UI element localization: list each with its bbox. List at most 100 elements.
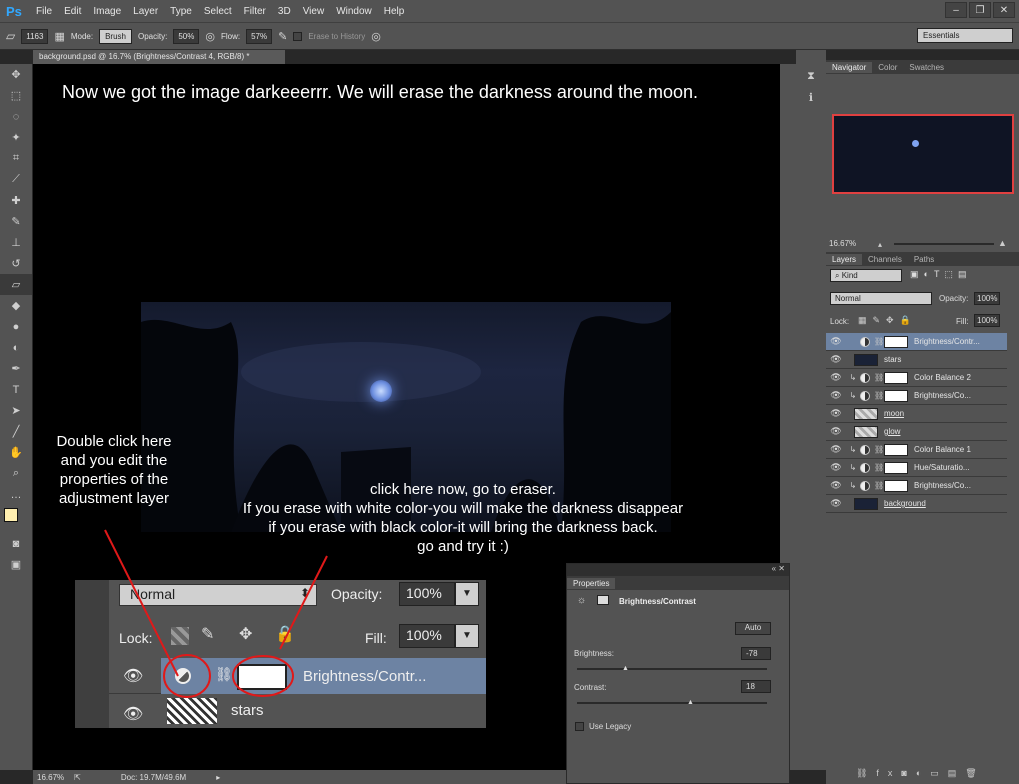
brightness-slider-thumb[interactable]: ▲ <box>622 665 629 672</box>
navigator-preview[interactable] <box>832 114 1014 194</box>
auto-button[interactable]: Auto <box>735 622 771 635</box>
lock-icons[interactable]: ▦✎✥🔒 <box>858 315 917 326</box>
move-tool-icon[interactable]: ✥ <box>0 64 32 85</box>
type-tool-icon[interactable]: T <box>0 379 32 400</box>
clone-stamp-tool-icon[interactable]: ⊥ <box>0 232 32 253</box>
flow-input[interactable]: 57% <box>246 28 273 44</box>
history-brush-tool-icon[interactable]: ↺ <box>0 253 32 274</box>
layer-thumbnail[interactable] <box>854 425 878 438</box>
mask-icon[interactable] <box>597 595 609 605</box>
close-icon[interactable]: ✕ <box>993 2 1015 18</box>
layer-row[interactable]: 👁 ↳ ⛓ Color Balance 2 <box>826 369 1007 387</box>
layer-row[interactable]: 👁 background <box>826 495 1007 513</box>
layer-opacity-input[interactable]: 100% <box>974 292 1000 305</box>
navigator-zoom-value[interactable]: 16.67% <box>829 239 856 248</box>
collapse-close-icon[interactable]: « ✕ <box>772 564 789 573</box>
navigator-zoom-slider[interactable] <box>894 243 994 245</box>
layer-mask-thumbnail[interactable] <box>884 371 908 384</box>
layer-thumbnail[interactable] <box>854 407 878 420</box>
visibility-eye-icon[interactable]: 👁 <box>826 354 846 365</box>
lasso-tool-icon[interactable]: ◌ <box>0 106 32 127</box>
workspace-dropdown[interactable]: Essentials <box>917 28 1013 43</box>
adjustment-layer-icon[interactable] <box>860 372 870 383</box>
menu-file[interactable]: File <box>30 6 58 17</box>
contrast-input[interactable]: 18 <box>741 680 771 693</box>
eraser-tool-preset-icon[interactable]: ▱ <box>6 29 15 43</box>
layer-mask-thumbnail[interactable] <box>884 389 908 402</box>
opacity-input[interactable]: 50% <box>173 28 200 44</box>
airbrush-icon[interactable]: ✎ <box>278 30 287 43</box>
tab-swatches[interactable]: Swatches <box>903 62 950 73</box>
visibility-eye-icon[interactable]: 👁 <box>826 390 846 401</box>
visibility-eye-icon[interactable]: 👁 <box>826 336 846 347</box>
adjustment-layer-icon[interactable] <box>860 444 870 455</box>
layer-filter-icons[interactable]: ▣◐T⬚▤ <box>910 269 971 280</box>
visibility-eye-icon[interactable]: 👁 <box>826 498 846 509</box>
history-panel-icon[interactable]: ⧗ <box>796 70 826 83</box>
layer-row[interactable]: 👁 moon <box>826 405 1007 423</box>
status-menu-arrow-icon[interactable]: ▸ <box>216 773 220 782</box>
menu-type[interactable]: Type <box>164 6 198 17</box>
contrast-slider[interactable] <box>577 702 767 704</box>
line-tool-icon[interactable]: ╱ <box>0 421 32 442</box>
brush-tool-icon[interactable]: ✎ <box>0 211 32 232</box>
foreground-color-swatch[interactable] <box>4 508 18 522</box>
eraser-tool-icon[interactable]: ▱ <box>0 274 32 295</box>
share-icon[interactable]: ⇱ <box>74 773 81 782</box>
menu-image[interactable]: Image <box>87 6 127 17</box>
quick-mask-icon[interactable]: ◙ <box>0 533 32 554</box>
pressure-size-icon[interactable]: ◎ <box>371 30 381 43</box>
layer-mask-thumbnail[interactable] <box>884 443 908 456</box>
menu-view[interactable]: View <box>297 6 331 17</box>
adjustment-layer-icon[interactable] <box>860 480 870 491</box>
layer-fill-input[interactable]: 100% <box>974 314 1000 327</box>
tab-color[interactable]: Color <box>872 62 903 73</box>
pressure-opacity-icon[interactable]: ◎ <box>205 30 215 43</box>
tab-properties[interactable]: Properties <box>567 577 616 589</box>
document-tab[interactable]: background.psd @ 16.7% (Brightness/Contr… <box>33 50 285 64</box>
layer-thumbnail[interactable] <box>854 497 878 510</box>
visibility-eye-icon[interactable]: 👁 <box>826 408 846 419</box>
pen-tool-icon[interactable]: ✒ <box>0 358 32 379</box>
path-select-tool-icon[interactable]: ➤ <box>0 400 32 421</box>
contrast-slider-thumb[interactable]: ▲ <box>687 699 694 706</box>
brightness-input[interactable]: -78 <box>741 647 771 660</box>
tab-navigator[interactable]: Navigator <box>826 61 873 73</box>
menu-layer[interactable]: Layer <box>127 6 164 17</box>
layer-mask-thumbnail[interactable] <box>884 461 908 474</box>
tab-channels[interactable]: Channels <box>862 254 908 265</box>
layer-row[interactable]: 👁 ↳ ⛓ Brightness/Co... <box>826 387 1007 405</box>
brush-size-picker[interactable]: 1163 <box>21 28 49 44</box>
layer-row[interactable]: 👁 ↳ ⛓ Brightness/Co... <box>826 477 1007 495</box>
paint-bucket-tool-icon[interactable]: ◆ <box>0 295 32 316</box>
visibility-eye-icon[interactable]: 👁 <box>826 480 846 491</box>
eyedropper-tool-icon[interactable]: ⟋ <box>0 169 32 190</box>
screen-mode-icon[interactable]: ▣ <box>0 554 32 575</box>
menu-window[interactable]: Window <box>330 6 378 17</box>
brush-panel-icon[interactable]: ▦ <box>54 30 64 43</box>
healing-tool-icon[interactable]: ✚ <box>0 190 32 211</box>
marquee-tool-icon[interactable]: ⬚ <box>0 85 32 106</box>
layer-row[interactable]: 👁 glow <box>826 423 1007 441</box>
visibility-eye-icon[interactable]: 👁 <box>826 426 846 437</box>
info-panel-icon[interactable]: ℹ <box>796 91 826 104</box>
edit-toolbar-icon[interactable]: … <box>0 484 32 505</box>
layer-filter-kind-dropdown[interactable]: ⌕ Kind <box>830 269 902 282</box>
crop-tool-icon[interactable]: ⌗ <box>0 148 32 169</box>
layer-row[interactable]: 👁 ↳ ⛓ Hue/Saturatio... <box>826 459 1007 477</box>
status-zoom[interactable]: 16.67% <box>37 773 64 782</box>
zoom-tool-icon[interactable]: ⌕ <box>0 463 32 484</box>
hand-tool-icon[interactable]: ✋ <box>0 442 32 463</box>
layers-footer-icons[interactable]: ⛓fx◙◐▭▤🗑 <box>856 768 986 779</box>
adjustment-layer-icon[interactable] <box>860 390 870 401</box>
adjustment-layer-icon[interactable] <box>860 336 870 347</box>
adjustment-layer-icon[interactable] <box>860 462 870 473</box>
layer-row[interactable]: 👁 ↳ ⛓ Color Balance 1 <box>826 441 1007 459</box>
layer-mask-thumbnail[interactable] <box>884 479 908 492</box>
menu-3d[interactable]: 3D <box>272 6 297 17</box>
zoom-in-icon[interactable]: ▲ <box>998 238 1007 248</box>
blend-mode-dropdown[interactable]: Normal <box>830 292 932 305</box>
layer-thumbnail[interactable] <box>854 353 878 366</box>
zoom-out-icon[interactable]: ▴ <box>878 240 882 249</box>
quick-select-tool-icon[interactable]: ✦ <box>0 127 32 148</box>
